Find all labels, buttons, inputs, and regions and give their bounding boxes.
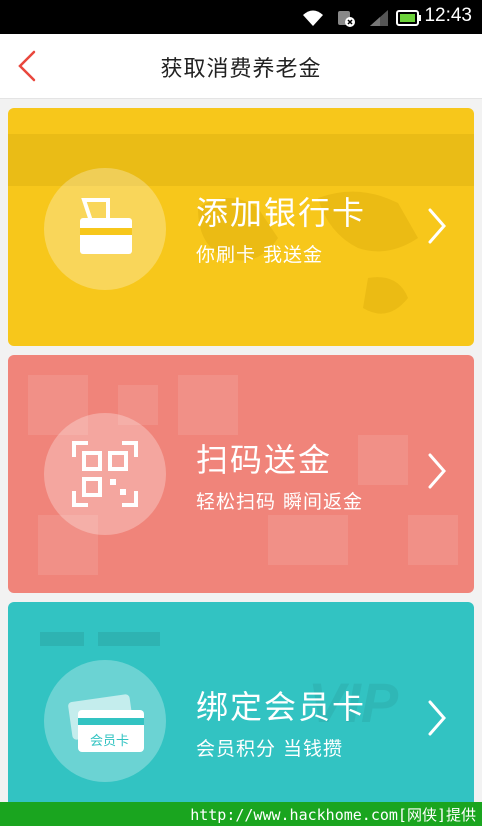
chevron-right-icon: [428, 208, 446, 244]
add-bank-card-card[interactable]: 添加银行卡 你刷卡 我送金: [8, 108, 474, 346]
scan-qr-card[interactable]: 扫码送金 轻松扫码 瞬间返金: [8, 355, 474, 593]
status-bar: 12:43: [0, 0, 482, 34]
wifi-icon: [303, 10, 323, 26]
chevron-right-icon: [428, 700, 446, 736]
alarm-icon: [338, 11, 355, 27]
card-title: 绑定会员卡: [196, 688, 367, 726]
card-subtitle: 会员积分 当钱攒: [196, 738, 344, 760]
card-title: 扫码送金: [196, 441, 333, 479]
card-subtitle: 你刷卡 我送金: [196, 244, 324, 266]
page-title: 获取消费养老金: [160, 57, 322, 82]
status-time: 12:43: [424, 5, 472, 26]
signal-icon: [370, 10, 388, 26]
card-subtitle: 轻松扫码 瞬间返金: [196, 491, 364, 513]
card-title: 添加银行卡: [196, 194, 367, 232]
bank-card-icon: [80, 198, 132, 254]
watermark-footer: http://www.hackhome.com[网侠]提供: [0, 802, 482, 826]
qr-scan-icon: [72, 441, 138, 507]
bind-member-card-card[interactable]: VIP 会员卡 绑定会员卡 会员积分 当钱攒: [8, 602, 474, 826]
chevron-right-icon: [428, 453, 446, 489]
member-card-icon-label: 会员卡: [90, 734, 130, 749]
battery-icon: [396, 10, 421, 26]
watermark-text: http://www.hackhome.com[网侠]提供: [190, 806, 476, 824]
title-bar: 获取消费养老金: [0, 34, 482, 99]
